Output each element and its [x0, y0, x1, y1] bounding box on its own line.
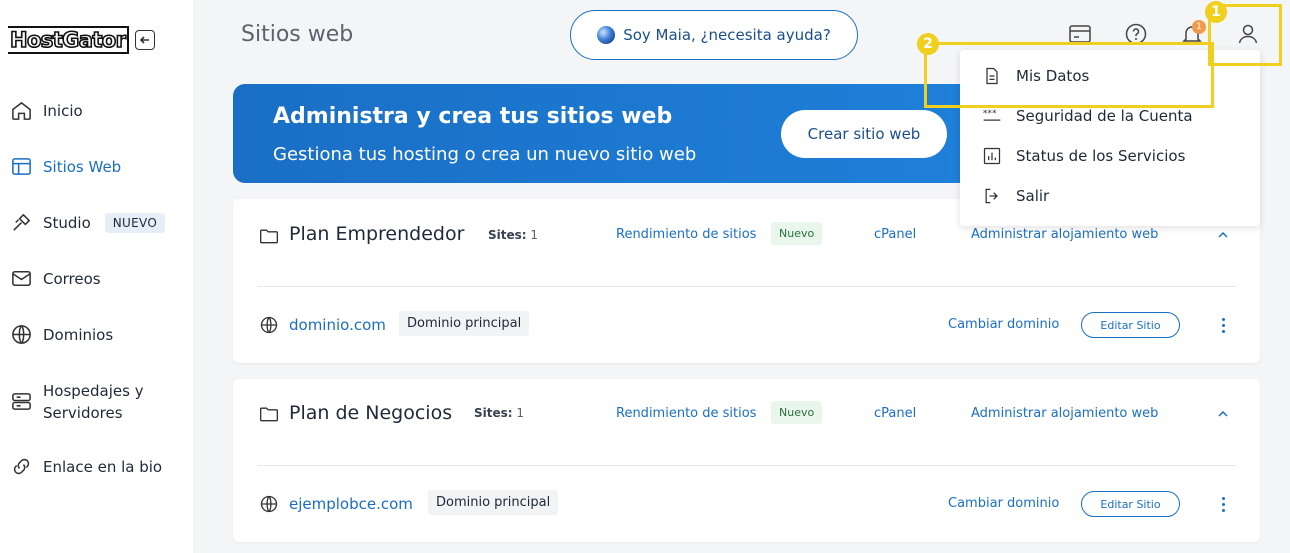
notification-count-badge: 1	[1192, 20, 1206, 34]
sidebar-item-sitios-web[interactable]: Sitios Web	[10, 155, 121, 178]
cpanel-link[interactable]: cPanel	[874, 406, 916, 421]
new-badge: Nuevo	[771, 222, 823, 245]
promo-banner: Administra y crea tus sitios web Gestion…	[233, 84, 960, 183]
sidebar-item-dominios[interactable]: Dominios	[10, 323, 113, 346]
menu-item-status[interactable]: Status de los Servicios	[982, 146, 1185, 166]
new-badge: Nuevo	[771, 401, 823, 424]
maia-assistant-button[interactable]: Soy Maia, ¿necesita ayuda?	[570, 10, 858, 60]
page-title: Sitios web	[241, 22, 354, 47]
sidebar-item-label: Dominios	[43, 325, 114, 344]
sidebar-item-label: Inicio	[43, 101, 83, 120]
primary-domain-badge: Dominio principal	[399, 311, 530, 336]
sidebar-item-studio[interactable]: Studio NUEVO	[10, 211, 166, 234]
link-icon	[13, 458, 30, 475]
collapse-sidebar-icon[interactable]	[135, 30, 156, 50]
primary-domain-badge: Dominio principal	[428, 490, 559, 515]
edit-site-button[interactable]: Editar Sitio	[1081, 312, 1180, 338]
menu-item-label: Seguridad de la Cuenta	[1016, 107, 1193, 125]
performance-link[interactable]: Rendimiento de sitios	[616, 227, 756, 242]
sidebar-item-label: Sitios Web	[43, 157, 122, 176]
logo-row: HostGator	[8, 26, 156, 54]
domain-link[interactable]: ejemplobce.com	[289, 495, 413, 513]
mail-icon	[12, 271, 31, 286]
server-icon	[12, 393, 31, 410]
globe-icon	[260, 495, 278, 513]
create-site-button[interactable]: Crear sitio web	[781, 110, 947, 158]
sites-label: Sites:	[488, 228, 527, 242]
sidebar-item-label: Correos	[43, 269, 101, 288]
manage-hosting-link[interactable]: Administrar alojamiento web	[971, 406, 1158, 421]
menu-item-label: Salir	[1016, 187, 1050, 205]
chevron-up-icon[interactable]	[1216, 228, 1230, 242]
menu-item-seguridad[interactable]: *** Seguridad de la Cuenta	[982, 106, 1193, 126]
banner-title: Administra y crea tus sitios web	[273, 104, 673, 129]
domain-link[interactable]: dominio.com	[289, 316, 386, 334]
menu-item-salir[interactable]: Salir	[982, 186, 1049, 206]
sidebar-item-label: Hospedajes y	[43, 382, 144, 400]
chart-icon	[983, 147, 1001, 165]
more-options-icon[interactable]	[1222, 497, 1226, 515]
cpanel-link[interactable]: cPanel	[874, 227, 916, 242]
manage-hosting-link[interactable]: Administrar alojamiento web	[971, 227, 1158, 242]
home-icon	[12, 101, 31, 120]
change-domain-link[interactable]: Cambiar dominio	[948, 496, 1059, 511]
edit-site-button[interactable]: Editar Sitio	[1081, 491, 1180, 517]
svg-text:***: ***	[983, 108, 997, 119]
sidebar: HostGator Inicio Sitios Web Studio NUEVO…	[0, 0, 193, 553]
change-domain-link[interactable]: Cambiar dominio	[948, 317, 1059, 332]
logout-icon	[985, 188, 998, 204]
sites-count: Sites: 1	[474, 406, 524, 420]
sites-label: Sites:	[474, 406, 513, 420]
divider	[257, 286, 1236, 287]
new-badge: NUEVO	[104, 212, 166, 233]
globe-icon	[260, 316, 278, 334]
sidebar-item-inicio[interactable]: Inicio	[10, 99, 83, 122]
divider	[257, 465, 1236, 466]
sidebar-item-hospedajes[interactable]: Hospedajes y Servidores	[10, 380, 144, 424]
folder-icon	[260, 229, 278, 244]
folder-icon	[260, 407, 278, 422]
sidebar-item-enlace-bio[interactable]: Enlace en la bio	[10, 455, 162, 478]
sidebar-item-correos[interactable]: Correos	[10, 267, 101, 290]
password-icon: ***	[983, 108, 1001, 121]
chevron-up-icon[interactable]	[1216, 407, 1230, 421]
plan-name: Plan de Negocios	[289, 402, 453, 424]
maia-label: Soy Maia, ¿necesita ayuda?	[623, 26, 831, 44]
sites-value: 1	[530, 228, 539, 242]
step-badge: 2	[917, 33, 939, 55]
sidebar-item-label: Studio	[43, 213, 91, 232]
layout-icon	[12, 158, 31, 175]
performance-link[interactable]: Rendimiento de sitios	[616, 406, 756, 421]
studio-icon	[13, 213, 31, 231]
globe-icon	[12, 325, 31, 344]
menu-item-label: Status de los Servicios	[1016, 147, 1186, 165]
hostgator-logo[interactable]: HostGator	[8, 26, 130, 54]
plan-card: Plan de Negocios Sites: 1 Rendimiento de…	[233, 379, 1260, 542]
sites-value: 1	[516, 406, 525, 420]
sites-count: Sites: 1	[488, 228, 538, 242]
sidebar-item-label: Enlace en la bio	[43, 457, 163, 476]
banner-subtitle: Gestiona tus hosting o crea un nuevo sit…	[273, 144, 697, 165]
step-badge: 1	[1205, 1, 1227, 23]
sidebar-item-label-group: Hospedajes y Servidores	[43, 380, 144, 424]
sidebar-item-label-line2: Servidores	[43, 404, 123, 422]
highlight-mis-datos	[924, 42, 1214, 108]
maia-orb-icon	[597, 26, 616, 44]
more-options-icon[interactable]	[1222, 318, 1226, 336]
plan-name: Plan Emprendedor	[289, 223, 465, 245]
